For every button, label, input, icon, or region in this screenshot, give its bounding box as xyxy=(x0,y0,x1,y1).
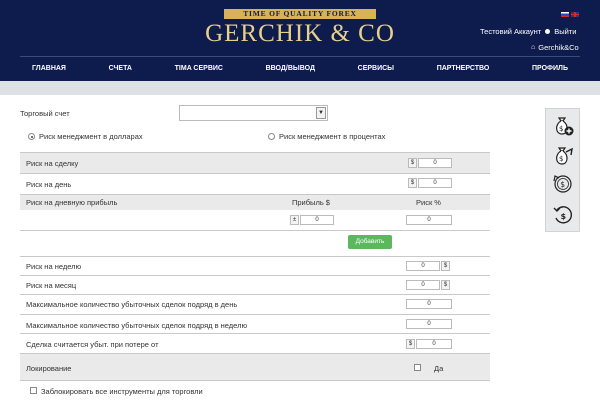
max-loss-day-row: Максимальное количество убыточных сделок… xyxy=(20,295,490,314)
brand-link[interactable]: Gerchik&Co xyxy=(538,43,578,52)
svg-text:$: $ xyxy=(560,180,565,189)
account-bar: Тестовий Аккаунт Выйти xyxy=(480,27,576,36)
risk-percent-radio[interactable] xyxy=(268,133,275,140)
logo[interactable]: GERCHIK & CO xyxy=(205,20,395,48)
max-loss-week-row: Максимальное количество убыточных сделок… xyxy=(20,315,490,333)
profit-column-header: Прибыль $ xyxy=(292,198,330,207)
main-nav: ГЛАВНАЯ СЧЕТА TIMA СЕРВИС ВВОД/ВЫВОД СЕР… xyxy=(20,61,580,77)
account-label: Торговый счет xyxy=(20,109,70,118)
risk-percent-option[interactable]: Риск менеджмент в процентах xyxy=(268,132,385,141)
profit-input[interactable]: 0 xyxy=(300,215,334,225)
brand-link-wrap: ⌂ Gerchik&Co xyxy=(531,43,579,52)
block-all-checkbox[interactable] xyxy=(30,387,37,394)
risk-percent-label: Риск менеджмент в процентах xyxy=(279,132,386,141)
nav-divider xyxy=(20,56,580,57)
risk-column-header: Риск % xyxy=(416,198,441,207)
logout-icon xyxy=(545,29,551,34)
english-flag-icon[interactable] xyxy=(571,12,579,17)
money-bag-arrow-icon[interactable]: $ xyxy=(551,143,575,167)
risk-percent-input[interactable]: 0 xyxy=(406,215,452,225)
locking-row: Локирование Да xyxy=(20,354,490,380)
dollar-icon: $ xyxy=(441,280,450,290)
svg-text:$: $ xyxy=(561,212,567,221)
risk-day-input[interactable]: 0 xyxy=(418,178,452,188)
risk-daily-profit-label: Риск на дневную прибыль xyxy=(26,198,118,207)
nav-services[interactable]: СЕРВИСЫ xyxy=(358,61,394,77)
money-bag-plus-icon[interactable]: $ xyxy=(551,113,575,137)
home-icon: ⌂ xyxy=(531,44,536,51)
header: TIME OF QUALITY FOREX GERCHIK & CO Тесто… xyxy=(0,0,600,81)
side-tools: $ $ $ $ xyxy=(545,108,580,232)
risk-dollars-radio[interactable] xyxy=(28,133,35,140)
risk-day-label: Риск на день xyxy=(26,180,72,189)
account-select[interactable]: ▼ xyxy=(179,105,328,121)
svg-text:$: $ xyxy=(559,155,563,163)
risk-trade-row: Риск на сделку $ 0 xyxy=(20,153,490,173)
risk-dollars-option[interactable]: Риск менеджмент в долларах xyxy=(28,132,143,141)
dollar-undo-icon[interactable]: $ xyxy=(551,203,575,227)
max-loss-day-input[interactable]: 0 xyxy=(406,299,452,309)
risk-week-input[interactable]: 0 xyxy=(406,261,440,271)
dollar-icon: $ xyxy=(408,158,417,168)
risk-trade-label: Риск на сделку xyxy=(26,159,79,168)
dollar-icon: $ xyxy=(408,178,417,188)
locking-label: Локирование xyxy=(26,364,72,373)
language-switcher xyxy=(561,12,579,17)
max-loss-day-label: Максимальное количество убыточных сделок… xyxy=(26,300,238,309)
risk-week-row: Риск на неделю 0 $ xyxy=(20,257,490,274)
max-loss-week-label: Максимальное количество убыточных сделок… xyxy=(26,321,248,330)
nav-tima-service[interactable]: TIMA СЕРВИС xyxy=(175,61,223,77)
risk-week-label: Риск на неделю xyxy=(26,262,82,271)
tagline: TIME OF QUALITY FOREX xyxy=(224,9,376,19)
risk-daily-profit-row: Риск на дневную прибыль Прибыль $ Риск % xyxy=(20,195,490,210)
nav-accounts[interactable]: СЧЕТА xyxy=(109,61,132,77)
risk-month-label: Риск на месяц xyxy=(26,281,77,290)
nav-home[interactable]: ГЛАВНАЯ xyxy=(32,61,66,77)
risk-month-input[interactable]: 0 xyxy=(406,280,440,290)
dollar-icon: $ xyxy=(406,339,415,349)
risk-dollars-label: Риск менеджмент в долларах xyxy=(39,132,143,141)
block-all-row[interactable]: Заблокировать все инструменты для торгов… xyxy=(20,384,490,398)
risk-month-row: Риск на месяц 0 $ xyxy=(20,276,490,294)
add-button[interactable]: Добавить xyxy=(348,235,392,249)
dollar-refresh-icon[interactable]: $ xyxy=(551,172,575,196)
daily-profit-inputs-row: ± 0 0 xyxy=(20,210,490,230)
loss-trade-row: Сделка считается убыт. при потере от $ 0 xyxy=(20,334,490,353)
account-link[interactable]: Тестовий Аккаунт xyxy=(480,27,541,36)
locking-checkbox[interactable] xyxy=(414,364,421,371)
risk-trade-input[interactable]: 0 xyxy=(418,158,452,168)
divider xyxy=(20,230,490,231)
loss-trade-label: Сделка считается убыт. при потере от xyxy=(26,340,159,349)
nav-profile[interactable]: ПРОФИЛЬ xyxy=(532,61,568,77)
nav-deposit-withdraw[interactable]: ВВОД/ВЫВОД xyxy=(266,61,315,77)
russian-flag-icon[interactable] xyxy=(561,12,569,17)
nav-partnership[interactable]: ПАРТНЕРСТВО xyxy=(437,61,490,77)
locking-yes-label: Да xyxy=(434,364,444,373)
loss-trade-input[interactable]: 0 xyxy=(416,339,452,349)
block-all-label: Заблокировать все инструменты для торгов… xyxy=(41,387,203,396)
svg-text:$: $ xyxy=(559,125,563,133)
sub-bar xyxy=(0,81,600,95)
max-loss-week-input[interactable]: 0 xyxy=(406,319,452,329)
risk-day-row: Риск на день $ 0 xyxy=(20,174,490,194)
dollar-icon: $ xyxy=(441,261,450,271)
plus-minus-icon: ± xyxy=(290,215,299,225)
divider xyxy=(20,380,490,381)
logout-link[interactable]: Выйти xyxy=(554,27,576,36)
chevron-down-icon[interactable]: ▼ xyxy=(316,107,326,119)
